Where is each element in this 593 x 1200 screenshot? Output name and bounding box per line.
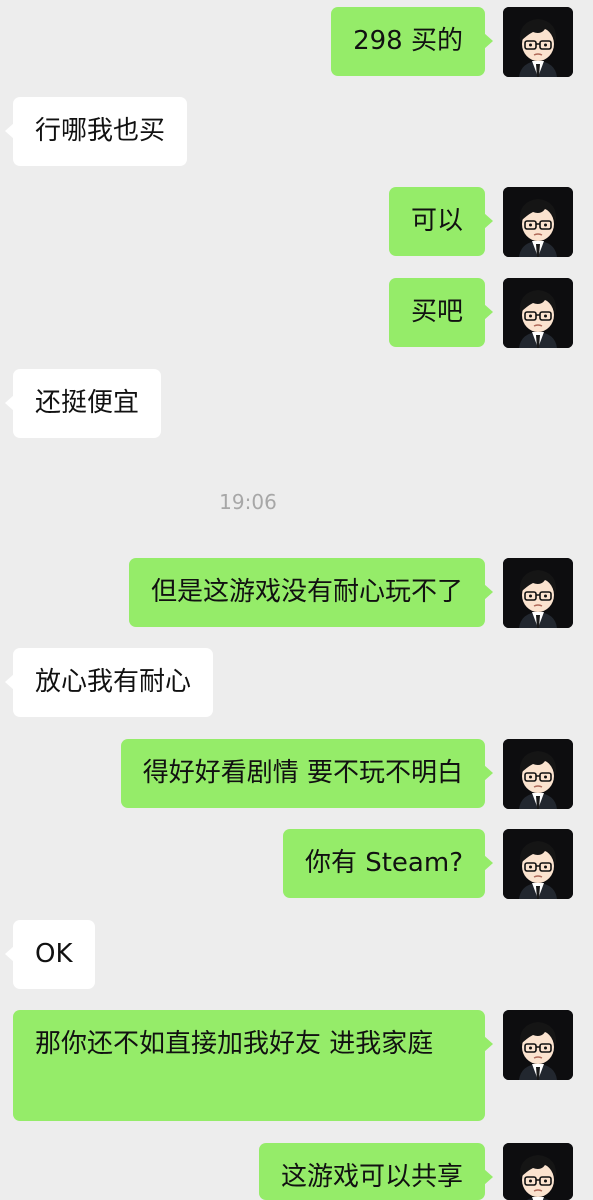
outgoing-message-bubble[interactable]: 买吧 [388, 278, 494, 347]
user-avatar-icon[interactable] [503, 278, 573, 348]
incoming-message-bubble[interactable]: 行哪我也买 [4, 97, 188, 166]
outgoing-message-bubble[interactable]: 但是这游戏没有耐心玩不了 [128, 558, 494, 627]
outgoing-message-bubble[interactable]: 得好好看剧情 要不玩不明白 [120, 739, 494, 808]
incoming-message-bubble[interactable]: 放心我有耐心 [4, 648, 214, 717]
chat-area[interactable]: 298 买的 行哪我也买 可以 买吧 还挺便宜 19:06 但是这游戏没有耐心玩… [0, 0, 593, 1200]
message-timestamp: 19:06 [219, 490, 277, 514]
user-avatar-icon[interactable] [503, 1010, 573, 1080]
outgoing-message-bubble[interactable]: 那你还不如直接加我好友 进我家庭 [13, 1010, 493, 1121]
user-avatar-icon[interactable] [503, 829, 573, 899]
outgoing-message-bubble[interactable]: 可以 [388, 187, 494, 256]
user-avatar-icon[interactable] [503, 558, 573, 628]
outgoing-message-bubble[interactable]: 你有 Steam? [282, 829, 494, 898]
user-avatar-icon[interactable] [503, 1143, 573, 1200]
outgoing-message-bubble[interactable]: 这游戏可以共享 [258, 1143, 494, 1200]
incoming-message-bubble[interactable]: 还挺便宜 [4, 369, 162, 438]
outgoing-message-bubble[interactable]: 298 买的 [331, 7, 493, 76]
user-avatar-icon[interactable] [503, 187, 573, 257]
user-avatar-icon[interactable] [503, 739, 573, 809]
incoming-message-bubble[interactable]: OK [5, 920, 95, 989]
user-avatar-icon[interactable] [503, 7, 573, 77]
